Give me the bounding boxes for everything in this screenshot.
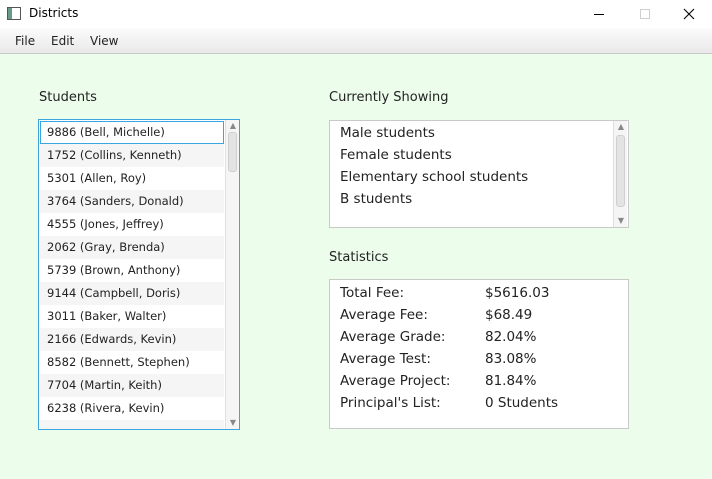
showing-item[interactable]: Male students <box>340 125 435 141</box>
stat-value: $68.49 <box>485 307 533 323</box>
title-bar: Districts <box>0 0 712 28</box>
student-item[interactable]: 3764 (Sanders, Donald) <box>40 190 224 213</box>
showing-item[interactable]: Female students <box>340 147 452 163</box>
maximize-icon <box>640 9 650 19</box>
student-item[interactable]: 9886 (Bell, Michelle) <box>40 121 224 144</box>
scroll-thumb[interactable] <box>228 132 237 172</box>
students-heading: Students <box>39 90 97 105</box>
stat-label: Average Grade: <box>340 329 446 345</box>
stat-label: Total Fee: <box>340 285 405 301</box>
student-item[interactable]: 3011 (Baker, Walter) <box>40 305 224 328</box>
showing-item[interactable]: B students <box>340 191 412 207</box>
menu-view[interactable]: View <box>90 34 118 48</box>
stat-value: 81.84% <box>485 373 537 389</box>
scroll-down-icon[interactable]: ▼ <box>616 216 626 226</box>
student-item[interactable]: 1752 (Collins, Kenneth) <box>40 144 224 167</box>
scroll-up-icon[interactable]: ▲ <box>616 122 626 132</box>
student-item[interactable]: 2062 (Gray, Brenda) <box>40 236 224 259</box>
stat-label: Average Fee: <box>340 307 428 323</box>
stat-label: Principal's List: <box>340 395 441 411</box>
main-content: Students 9886 (Bell, Michelle) 1752 (Col… <box>0 54 712 479</box>
app-window-icon <box>7 7 21 20</box>
student-item[interactable]: 8582 (Bennett, Stephen) <box>40 351 224 374</box>
close-button[interactable] <box>666 0 712 28</box>
students-scrollbar[interactable]: ▲ ▼ <box>225 120 239 429</box>
stat-label: Average Project: <box>340 373 451 389</box>
showing-list[interactable]: Male students Female students Elementary… <box>329 120 629 228</box>
stat-value: $5616.03 <box>485 285 550 301</box>
students-list[interactable]: 9886 (Bell, Michelle) 1752 (Collins, Ken… <box>38 119 240 430</box>
showing-heading: Currently Showing <box>329 90 449 105</box>
minimize-icon <box>594 13 604 15</box>
student-item[interactable]: 5739 (Brown, Anthony) <box>40 259 224 282</box>
showing-scrollbar[interactable]: ▲ ▼ <box>613 121 627 227</box>
stat-value: 83.08% <box>485 351 537 367</box>
showing-item[interactable]: Elementary school students <box>340 169 528 185</box>
student-item[interactable]: 4555 (Jones, Jeffrey) <box>40 213 224 236</box>
statistics-panel: Total Fee: $5616.03 Average Fee: $68.49 … <box>329 279 629 429</box>
scroll-up-icon[interactable]: ▲ <box>228 121 238 131</box>
student-item[interactable]: 7704 (Martin, Keith) <box>40 374 224 397</box>
student-item[interactable]: 5301 (Allen, Roy) <box>40 167 224 190</box>
scroll-thumb[interactable] <box>616 135 625 207</box>
student-item-partial[interactable] <box>40 420 224 429</box>
window-title: Districts <box>29 6 79 20</box>
menu-file[interactable]: File <box>15 34 35 48</box>
menu-bar: File Edit View <box>0 28 712 54</box>
stat-value: 82.04% <box>485 329 537 345</box>
menu-edit[interactable]: Edit <box>51 34 74 48</box>
stat-label: Average Test: <box>340 351 431 367</box>
stat-value: 0 Students <box>485 395 559 411</box>
scroll-down-icon[interactable]: ▼ <box>228 418 238 428</box>
student-item[interactable]: 2166 (Edwards, Kevin) <box>40 328 224 351</box>
student-item[interactable]: 9144 (Campbell, Doris) <box>40 282 224 305</box>
close-icon <box>683 8 695 20</box>
student-item[interactable]: 6238 (Rivera, Kevin) <box>40 397 224 420</box>
minimize-button[interactable] <box>576 0 622 28</box>
maximize-button[interactable] <box>622 0 668 28</box>
statistics-heading: Statistics <box>329 250 389 265</box>
